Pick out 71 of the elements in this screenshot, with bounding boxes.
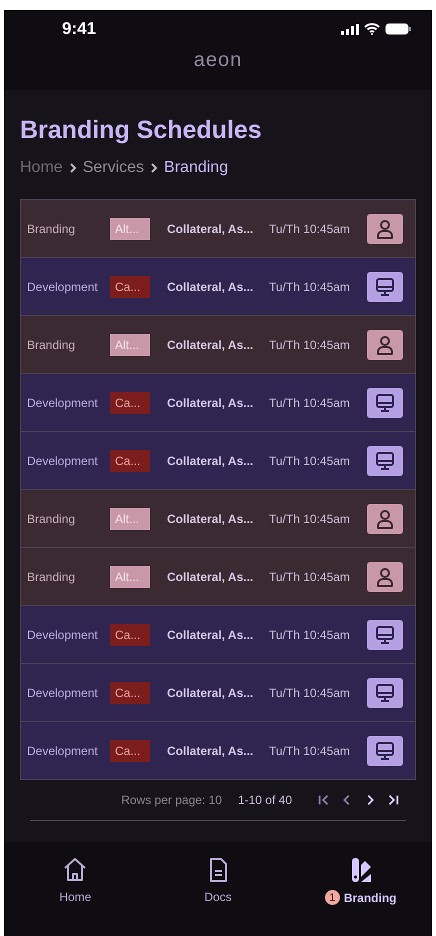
category-text: Development	[27, 744, 99, 758]
breadcrumb-link[interactable]: Home	[20, 159, 63, 177]
chevron-right-icon	[68, 163, 77, 173]
person-icon	[367, 330, 403, 360]
monitor-icon	[367, 446, 403, 476]
time-text: Tu/Th 10:45am	[269, 570, 351, 584]
time-text: Tu/Th 10:45am	[269, 396, 351, 410]
title-text: Collateral, As...	[167, 570, 254, 584]
monitor-icon	[367, 620, 403, 650]
title-text: Collateral, As...	[167, 222, 254, 236]
person-icon	[367, 214, 403, 244]
count-badge: 1	[324, 890, 340, 905]
wifi-icon	[364, 23, 380, 35]
person-icon	[367, 562, 403, 592]
tag: Ca...	[110, 450, 150, 472]
monitor-icon	[367, 388, 403, 418]
category-text: Development	[27, 280, 99, 294]
breadcrumb-link[interactable]: Branding	[164, 159, 228, 177]
page-range-text: 1-10 of 40	[238, 793, 292, 807]
person-icon	[367, 504, 403, 534]
title-text: Collateral, As...	[167, 338, 254, 352]
time-text: Tu/Th 10:45am	[269, 454, 351, 468]
tag: Alt...	[110, 218, 150, 240]
nav-label: Home	[59, 890, 92, 904]
status-time: 9:41	[62, 19, 96, 39]
category-text: Development	[27, 396, 99, 410]
tag: Alt...	[110, 566, 150, 588]
time-text: Tu/Th 10:45am	[269, 628, 351, 642]
breadcrumb-link[interactable]: Services	[82, 159, 144, 177]
title-text: Collateral, As...	[167, 512, 254, 526]
nav-label: Docs	[204, 890, 232, 904]
nav-tab[interactable]: Home	[4, 856, 147, 936]
time-text: Tu/Th 10:45am	[269, 280, 351, 294]
title-text: Collateral, As...	[167, 686, 254, 700]
category-text: Branding	[27, 222, 76, 236]
monitor-icon	[367, 678, 403, 708]
signal-icon	[341, 24, 359, 34]
tag: Ca...	[110, 740, 150, 762]
time-text: Tu/Th 10:45am	[269, 512, 351, 526]
battery-icon	[385, 23, 412, 35]
tag: Ca...	[110, 276, 150, 298]
time-text: Tu/Th 10:45am	[269, 744, 351, 758]
time-text: Tu/Th 10:45am	[269, 338, 351, 352]
nav-label: Branding	[344, 890, 397, 904]
category-text: Branding	[27, 338, 76, 352]
title-text: Collateral, As...	[167, 396, 254, 410]
time-text: Tu/Th 10:45am	[269, 686, 351, 700]
first-page-icon	[316, 793, 330, 807]
tag: Ca...	[110, 392, 150, 414]
title-text: Collateral, As...	[167, 454, 254, 468]
category-text: Branding	[27, 512, 76, 526]
monitor-icon	[367, 272, 403, 302]
category-text: Development	[27, 686, 99, 700]
tag: Alt...	[110, 508, 150, 530]
tag: Ca...	[110, 624, 150, 646]
logo: aeon	[194, 49, 242, 72]
tag: Ca...	[110, 682, 150, 704]
category-text: Branding	[27, 570, 76, 584]
nav-tab[interactable]: Docs	[146, 856, 290, 936]
nav-tab[interactable]: 1 Branding	[289, 856, 432, 936]
title-text: Collateral, As...	[167, 744, 254, 758]
monitor-icon	[367, 736, 403, 766]
rows-per-page-text: Rows per page: 10	[121, 793, 222, 807]
category-text: Development	[27, 628, 99, 642]
title-text: Collateral, As...	[167, 280, 254, 294]
chevron-right-icon	[150, 163, 158, 173]
time-text: Tu/Th 10:45am	[269, 222, 351, 236]
page-title: Branding Schedules	[20, 116, 263, 145]
category-text: Development	[27, 454, 99, 468]
title-text: Collateral, As...	[167, 628, 254, 642]
tag: Alt...	[110, 334, 150, 356]
